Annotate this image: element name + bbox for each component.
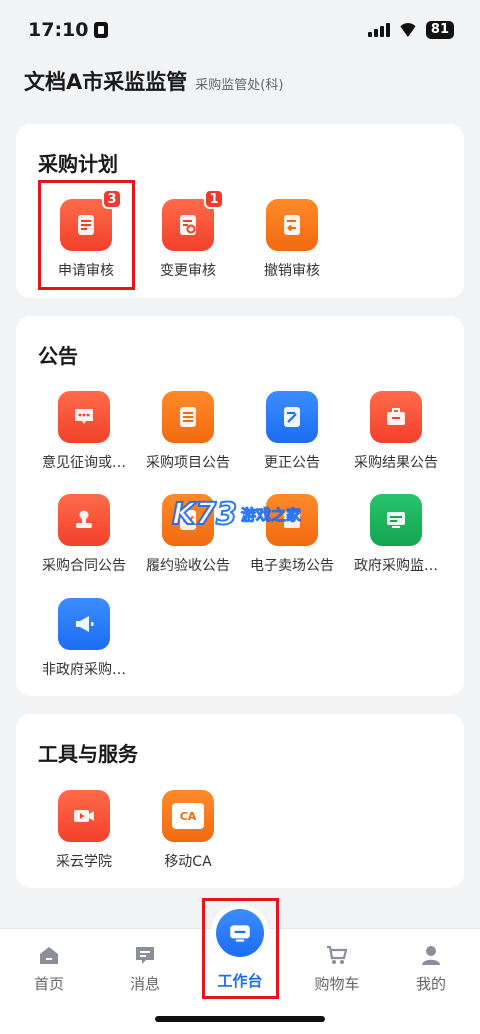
non-gov-notice-item[interactable]: 非政府采购… [32,598,136,679]
cart-icon [327,945,348,964]
system-icons: 81 [367,21,454,39]
status-bar: 17:10 81 [0,0,480,60]
monitor-icon [370,494,422,546]
tab-home[interactable]: 首页 [4,943,94,994]
item-label: 更正公告 [264,455,320,471]
tab-mine-label: 我的 [415,975,446,993]
highlight-box-workbench [202,898,279,999]
chat-icon [58,391,110,443]
contract-notice-item[interactable]: 采购合同公告 [32,494,136,575]
wifi-icon [398,23,418,37]
watermark-text: 游戏之家 [240,506,302,525]
page-header: 文档A市采监监管 采购监管处(科) [24,66,283,96]
ca-glyph: CA [172,803,204,829]
consultation-notice-item[interactable]: 意见征询或… [32,391,136,472]
result-notice-item[interactable]: 采购结果公告 [344,391,448,472]
tab-home-label: 首页 [33,975,64,993]
megaphone-icon [58,598,110,650]
home-indicator [155,1016,325,1022]
edit-icon [266,391,318,443]
signal-icon [367,23,390,37]
item-label: 履约验收公告 [146,558,230,574]
document-refresh-icon: 1 [162,189,224,251]
item-label: 撤销审核 [264,263,320,279]
user-icon [422,946,440,965]
briefcase-icon [370,391,422,443]
home-icon [40,947,58,964]
correction-notice-item[interactable]: 更正公告 [240,391,344,472]
video-icon [58,790,110,842]
project-notice-item[interactable]: 采购项目公告 [136,391,240,472]
item-label: 采购合同公告 [42,558,126,574]
tab-cart-label: 购物车 [314,975,360,993]
supervision-notice-item[interactable]: 政府采购监… [344,494,448,575]
watermark-brand: K73 [171,496,238,533]
item-label: 非政府采购… [42,662,126,678]
battery-icon: 81 [425,21,454,39]
tools-title: 工具与服务 [38,742,138,766]
highlight-box-apply-review [38,180,135,290]
caiyun-academy-item[interactable]: 采云学院 [32,790,136,871]
list-icon [162,391,214,443]
ca-certificate-icon: CA [162,790,214,842]
watermark-logo: K73 游戏之家 [171,496,302,533]
item-label: 采云学院 [56,854,112,870]
change-review-item[interactable]: 1 变更审核 [136,189,240,280]
item-label: 采购项目公告 [146,455,230,471]
tab-mine[interactable]: 我的 [386,943,476,994]
document-undo-icon [266,199,318,251]
tab-messages-label: 消息 [129,975,160,993]
item-label: 采购结果公告 [354,455,438,471]
item-label: 意见征询或… [42,455,126,471]
item-label: 变更审核 [160,263,216,279]
procurement-plan-title: 采购计划 [38,152,118,176]
page-title: 文档A市采监监管 [24,70,188,94]
status-time: 17:10 [28,19,109,41]
announcements-title: 公告 [38,344,78,368]
tab-cart[interactable]: 购物车 [292,943,382,994]
item-label: 政府采购监… [354,558,438,574]
id-card-icon [94,22,109,38]
page-subtitle: 采购监管处(科) [195,78,284,93]
item-label: 电子卖场公告 [250,558,334,574]
tools-card: 工具与服务 采云学院 CA 移动CA [16,714,464,888]
item-label: 移动CA [164,854,212,870]
message-icon [136,947,154,964]
count-badge: 1 [204,189,224,209]
time-text: 17:10 [28,19,89,41]
stamp-icon [58,494,110,546]
tab-messages[interactable]: 消息 [100,943,190,994]
mobile-ca-item[interactable]: CA 移动CA [136,790,240,871]
revoke-review-item[interactable]: 撤销审核 [240,199,344,280]
